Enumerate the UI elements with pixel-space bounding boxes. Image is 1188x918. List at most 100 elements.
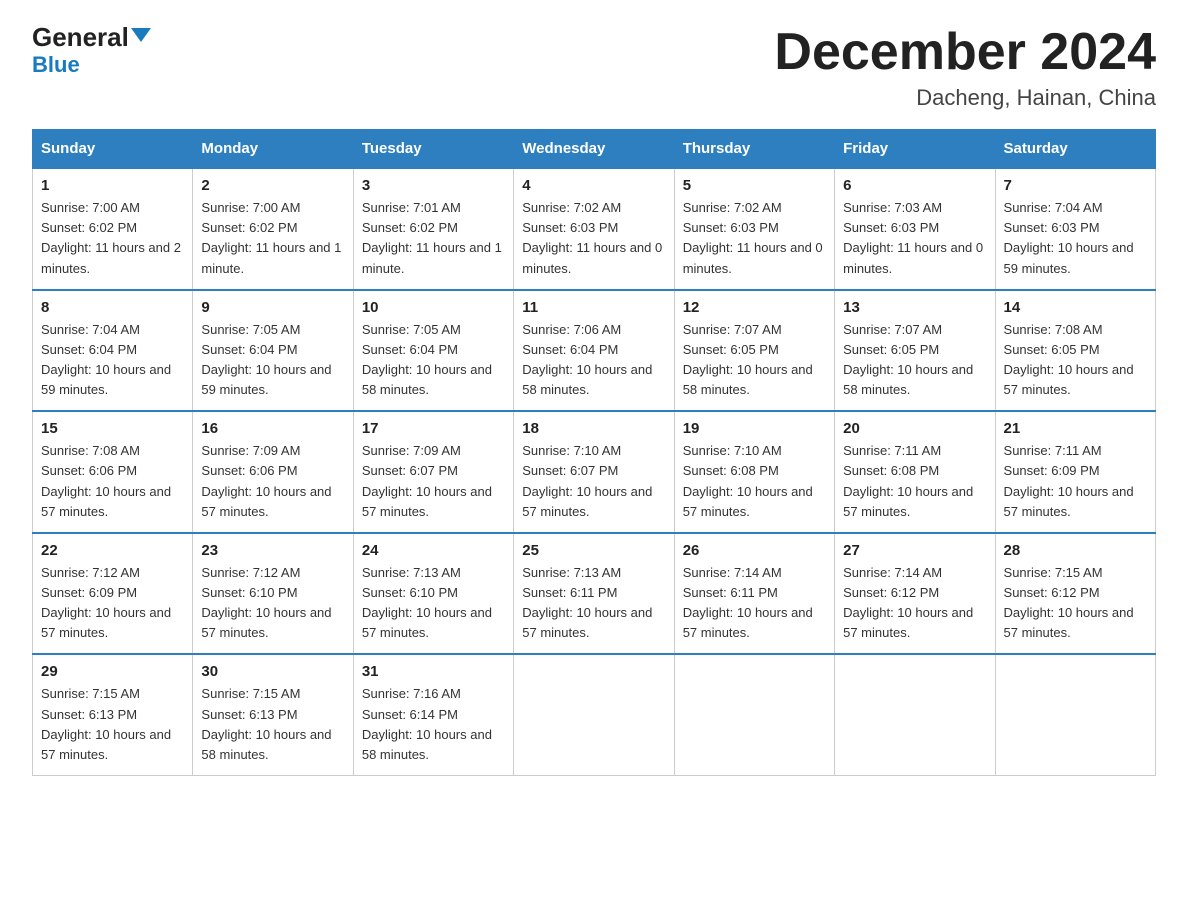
header-monday: Monday [193,130,353,169]
logo-blue: Blue [32,52,80,78]
table-row [995,654,1155,775]
day-info: Sunrise: 7:15 AMSunset: 6:13 PMDaylight:… [201,686,331,761]
header-saturday: Saturday [995,130,1155,169]
table-row: 29 Sunrise: 7:15 AMSunset: 6:13 PMDaylig… [33,654,193,775]
day-info: Sunrise: 7:06 AMSunset: 6:04 PMDaylight:… [522,322,652,397]
day-info: Sunrise: 7:15 AMSunset: 6:12 PMDaylight:… [1004,565,1134,640]
day-info: Sunrise: 7:15 AMSunset: 6:13 PMDaylight:… [41,686,171,761]
table-row: 21 Sunrise: 7:11 AMSunset: 6:09 PMDaylig… [995,411,1155,533]
table-row: 6 Sunrise: 7:03 AMSunset: 6:03 PMDayligh… [835,168,995,290]
day-number: 28 [1004,542,1147,559]
table-row: 13 Sunrise: 7:07 AMSunset: 6:05 PMDaylig… [835,290,995,412]
table-row: 4 Sunrise: 7:02 AMSunset: 6:03 PMDayligh… [514,168,674,290]
day-number: 4 [522,177,665,194]
day-info: Sunrise: 7:03 AMSunset: 6:03 PMDaylight:… [843,200,983,275]
calendar-week-row: 15 Sunrise: 7:08 AMSunset: 6:06 PMDaylig… [33,411,1156,533]
day-number: 19 [683,420,826,437]
table-row: 14 Sunrise: 7:08 AMSunset: 6:05 PMDaylig… [995,290,1155,412]
day-number: 12 [683,299,826,316]
day-info: Sunrise: 7:07 AMSunset: 6:05 PMDaylight:… [683,322,813,397]
table-row [674,654,834,775]
day-info: Sunrise: 7:14 AMSunset: 6:11 PMDaylight:… [683,565,813,640]
logo-general: General [32,24,129,50]
day-info: Sunrise: 7:07 AMSunset: 6:05 PMDaylight:… [843,322,973,397]
day-info: Sunrise: 7:00 AMSunset: 6:02 PMDaylight:… [41,200,181,275]
day-number: 26 [683,542,826,559]
table-row: 19 Sunrise: 7:10 AMSunset: 6:08 PMDaylig… [674,411,834,533]
table-row: 5 Sunrise: 7:02 AMSunset: 6:03 PMDayligh… [674,168,834,290]
table-row: 26 Sunrise: 7:14 AMSunset: 6:11 PMDaylig… [674,533,834,655]
header-tuesday: Tuesday [353,130,513,169]
day-number: 17 [362,420,505,437]
day-info: Sunrise: 7:11 AMSunset: 6:09 PMDaylight:… [1004,443,1134,518]
day-number: 5 [683,177,826,194]
calendar-table: Sunday Monday Tuesday Wednesday Thursday… [32,129,1156,776]
table-row: 1 Sunrise: 7:00 AMSunset: 6:02 PMDayligh… [33,168,193,290]
day-info: Sunrise: 7:10 AMSunset: 6:08 PMDaylight:… [683,443,813,518]
table-row: 9 Sunrise: 7:05 AMSunset: 6:04 PMDayligh… [193,290,353,412]
day-info: Sunrise: 7:02 AMSunset: 6:03 PMDaylight:… [522,200,662,275]
table-row: 10 Sunrise: 7:05 AMSunset: 6:04 PMDaylig… [353,290,513,412]
day-number: 3 [362,177,505,194]
table-row [514,654,674,775]
table-row: 24 Sunrise: 7:13 AMSunset: 6:10 PMDaylig… [353,533,513,655]
table-row: 8 Sunrise: 7:04 AMSunset: 6:04 PMDayligh… [33,290,193,412]
day-info: Sunrise: 7:09 AMSunset: 6:07 PMDaylight:… [362,443,492,518]
day-info: Sunrise: 7:05 AMSunset: 6:04 PMDaylight:… [362,322,492,397]
day-info: Sunrise: 7:09 AMSunset: 6:06 PMDaylight:… [201,443,331,518]
header-wednesday: Wednesday [514,130,674,169]
table-row: 18 Sunrise: 7:10 AMSunset: 6:07 PMDaylig… [514,411,674,533]
day-number: 21 [1004,420,1147,437]
table-row: 3 Sunrise: 7:01 AMSunset: 6:02 PMDayligh… [353,168,513,290]
day-number: 25 [522,542,665,559]
logo-triangle-icon [131,28,151,42]
day-number: 23 [201,542,344,559]
day-number: 13 [843,299,986,316]
table-row: 23 Sunrise: 7:12 AMSunset: 6:10 PMDaylig… [193,533,353,655]
day-number: 22 [41,542,184,559]
day-number: 29 [41,663,184,680]
table-row: 11 Sunrise: 7:06 AMSunset: 6:04 PMDaylig… [514,290,674,412]
calendar-week-row: 8 Sunrise: 7:04 AMSunset: 6:04 PMDayligh… [33,290,1156,412]
location-title: Dacheng, Hainan, China [774,85,1156,111]
day-info: Sunrise: 7:12 AMSunset: 6:10 PMDaylight:… [201,565,331,640]
header-friday: Friday [835,130,995,169]
logo: General Blue [32,24,151,78]
day-number: 31 [362,663,505,680]
calendar-week-row: 22 Sunrise: 7:12 AMSunset: 6:09 PMDaylig… [33,533,1156,655]
table-row: 16 Sunrise: 7:09 AMSunset: 6:06 PMDaylig… [193,411,353,533]
day-info: Sunrise: 7:00 AMSunset: 6:02 PMDaylight:… [201,200,341,275]
day-number: 15 [41,420,184,437]
calendar-week-row: 1 Sunrise: 7:00 AMSunset: 6:02 PMDayligh… [33,168,1156,290]
day-number: 20 [843,420,986,437]
table-row: 2 Sunrise: 7:00 AMSunset: 6:02 PMDayligh… [193,168,353,290]
page-header: General Blue December 2024 Dacheng, Hain… [32,24,1156,111]
day-info: Sunrise: 7:16 AMSunset: 6:14 PMDaylight:… [362,686,492,761]
table-row: 20 Sunrise: 7:11 AMSunset: 6:08 PMDaylig… [835,411,995,533]
day-number: 11 [522,299,665,316]
day-info: Sunrise: 7:14 AMSunset: 6:12 PMDaylight:… [843,565,973,640]
day-number: 27 [843,542,986,559]
day-number: 30 [201,663,344,680]
table-row: 17 Sunrise: 7:09 AMSunset: 6:07 PMDaylig… [353,411,513,533]
day-info: Sunrise: 7:02 AMSunset: 6:03 PMDaylight:… [683,200,823,275]
day-info: Sunrise: 7:04 AMSunset: 6:04 PMDaylight:… [41,322,171,397]
day-number: 14 [1004,299,1147,316]
table-row: 27 Sunrise: 7:14 AMSunset: 6:12 PMDaylig… [835,533,995,655]
day-info: Sunrise: 7:13 AMSunset: 6:11 PMDaylight:… [522,565,652,640]
calendar-header-row: Sunday Monday Tuesday Wednesday Thursday… [33,130,1156,169]
table-row: 15 Sunrise: 7:08 AMSunset: 6:06 PMDaylig… [33,411,193,533]
table-row: 7 Sunrise: 7:04 AMSunset: 6:03 PMDayligh… [995,168,1155,290]
day-number: 2 [201,177,344,194]
day-number: 24 [362,542,505,559]
day-number: 16 [201,420,344,437]
day-number: 1 [41,177,184,194]
header-sunday: Sunday [33,130,193,169]
day-info: Sunrise: 7:05 AMSunset: 6:04 PMDaylight:… [201,322,331,397]
day-number: 10 [362,299,505,316]
day-info: Sunrise: 7:08 AMSunset: 6:06 PMDaylight:… [41,443,171,518]
table-row: 30 Sunrise: 7:15 AMSunset: 6:13 PMDaylig… [193,654,353,775]
table-row: 12 Sunrise: 7:07 AMSunset: 6:05 PMDaylig… [674,290,834,412]
calendar-week-row: 29 Sunrise: 7:15 AMSunset: 6:13 PMDaylig… [33,654,1156,775]
day-info: Sunrise: 7:01 AMSunset: 6:02 PMDaylight:… [362,200,502,275]
